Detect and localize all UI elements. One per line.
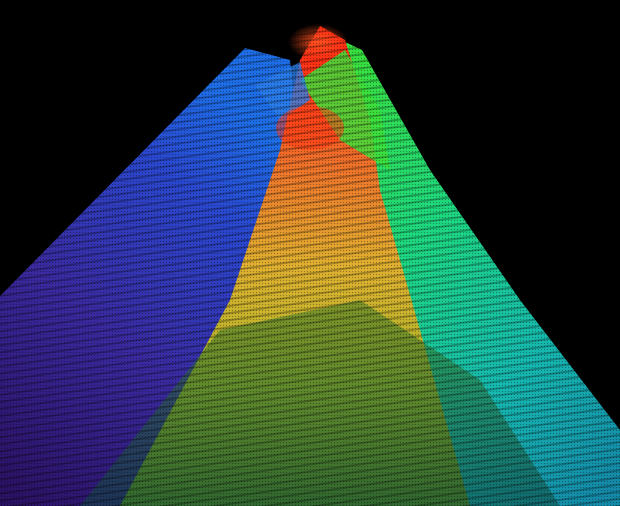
point-cloud-viewport: [0, 0, 620, 506]
bathymetry-surface: [0, 24, 620, 506]
point-cloud-texture: [0, 26, 620, 506]
